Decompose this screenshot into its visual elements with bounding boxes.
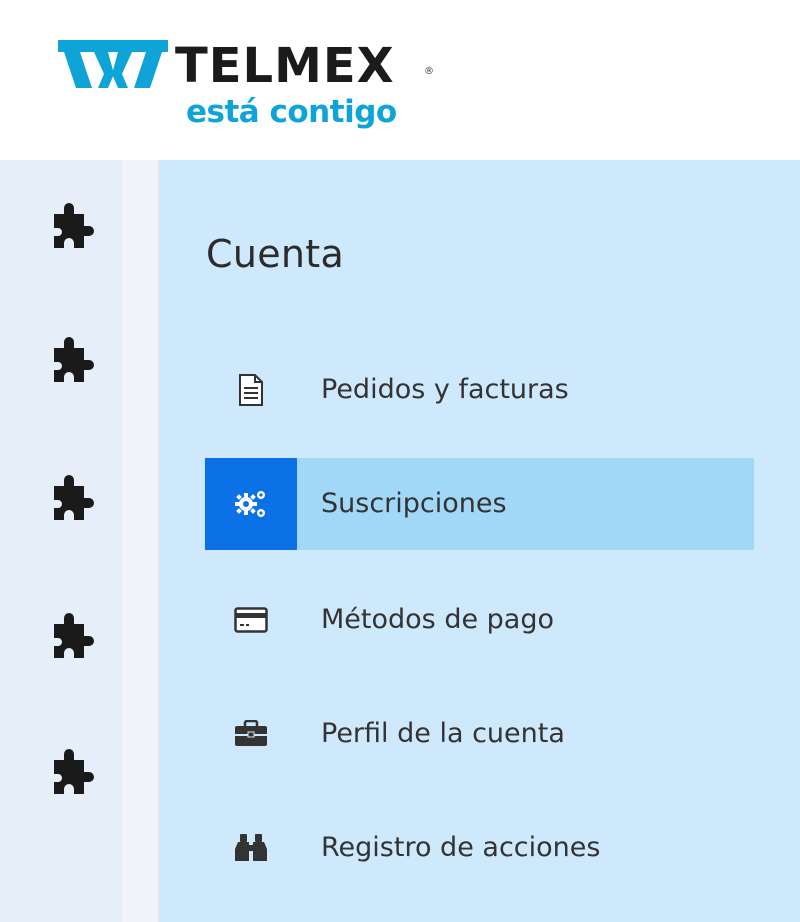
menu-item-registro-acciones[interactable]: Registro de acciones — [205, 802, 754, 894]
menu-label: Registro de acciones — [321, 832, 601, 863]
menu-item-perfil-cuenta[interactable]: Perfil de la cuenta — [205, 688, 754, 780]
binoculars-icon — [235, 834, 267, 861]
menu-label: Suscripciones — [321, 488, 507, 519]
account-panel: Cuenta Pedidos y facturas Suscripciones … — [160, 160, 800, 922]
menu-icon-wrap — [205, 574, 297, 666]
rail-item-4[interactable] — [48, 608, 106, 658]
menu-icon-wrap — [205, 344, 297, 436]
puzzle-icon — [54, 613, 94, 658]
brand-name: TELMEX — [175, 38, 395, 94]
rail-strip — [0, 160, 122, 922]
menu-label: Métodos de pago — [321, 604, 554, 635]
document-icon — [239, 374, 263, 406]
menu-item-pedidos-facturas[interactable]: Pedidos y facturas — [205, 344, 754, 436]
rail-item-1[interactable] — [48, 198, 106, 248]
telmex-mark-icon — [58, 40, 168, 88]
credit-card-icon — [234, 607, 268, 633]
puzzle-icon — [54, 203, 94, 248]
rail-item-3[interactable] — [48, 470, 106, 520]
puzzle-icon — [54, 749, 94, 794]
puzzle-icon — [54, 337, 94, 382]
menu-item-metodos-pago[interactable]: Métodos de pago — [205, 574, 754, 666]
gears-icon — [235, 491, 265, 517]
menu-label: Pedidos y facturas — [321, 374, 569, 405]
briefcase-icon — [235, 720, 267, 746]
telmex-logo[interactable]: TELMEX ® está contigo — [58, 36, 458, 136]
menu-icon-wrap — [205, 802, 297, 894]
brand-tagline: está contigo — [186, 94, 397, 130]
registered-mark: ® — [424, 66, 434, 77]
menu-icon-wrap — [205, 458, 297, 550]
menu-label: Perfil de la cuenta — [321, 718, 565, 749]
menu-item-suscripciones[interactable]: Suscripciones — [205, 458, 754, 550]
page-title: Cuenta — [206, 232, 345, 276]
left-rail — [0, 160, 268, 922]
header: TELMEX ® está contigo — [0, 0, 800, 160]
rail-item-2[interactable] — [48, 332, 106, 382]
rail-item-5[interactable] — [48, 744, 106, 794]
rail-scrollbar[interactable] — [122, 160, 268, 922]
puzzle-icon — [54, 475, 94, 520]
menu-icon-wrap — [205, 688, 297, 780]
